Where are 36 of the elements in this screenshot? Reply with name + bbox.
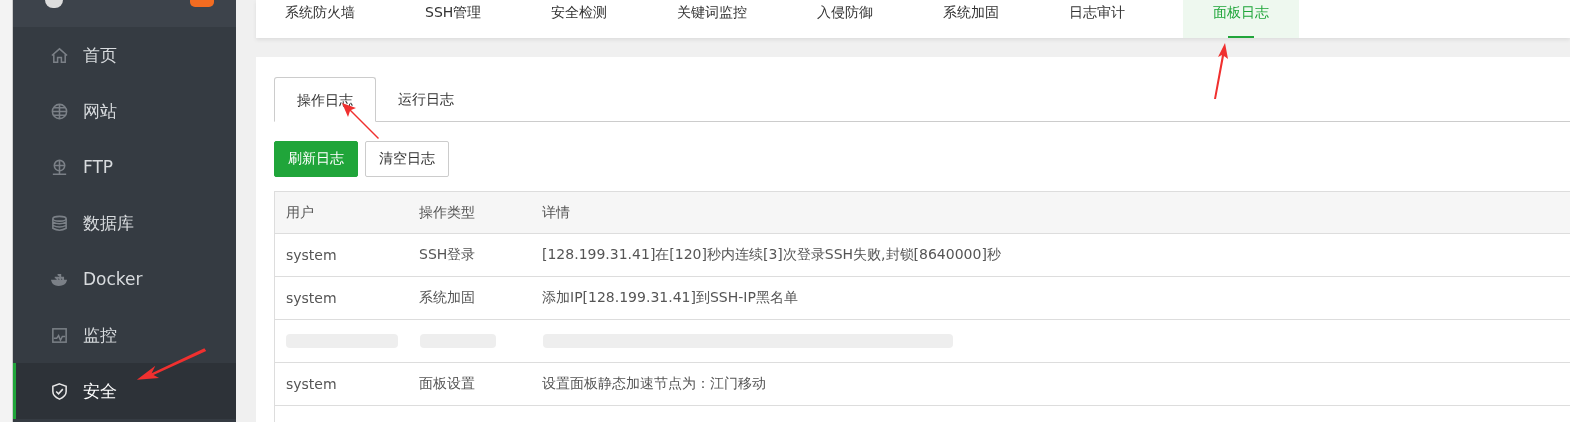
server-icon <box>50 157 69 177</box>
table-cell-text: 面板设置 <box>419 375 476 393</box>
sidebar-item[interactable]: 安全 <box>13 363 236 419</box>
sub-tab[interactable]: 运行日志 <box>376 77 476 121</box>
top-tab[interactable]: 安全检测 <box>529 0 630 38</box>
top-tab[interactable]: SSH管理 <box>403 0 504 38</box>
table-cell-text: 设置面板静态加速节点为：江门移动 <box>542 375 767 393</box>
sidebar-item[interactable]: 监控 <box>13 307 236 363</box>
logo-icon <box>45 0 63 8</box>
table-cell-text: 系统加固 <box>419 289 476 307</box>
chart-icon <box>50 325 69 345</box>
top-tab[interactable]: 日志审计 <box>1047 0 1148 38</box>
table-cell-text: [128.199.31.41]在[120]秒内连续[3]次登录SSH失败,封锁[8640000]秒 <box>542 246 1002 264</box>
sidebar-item[interactable]: 首页 <box>13 27 236 83</box>
sidebar-item[interactable]: 数据库 <box>13 195 236 251</box>
shield-icon <box>50 381 69 401</box>
sidebar-item[interactable]: 网站 <box>13 83 236 139</box>
top-tab[interactable]: 入侵防御 <box>795 0 896 38</box>
database-icon <box>50 213 69 233</box>
table-cell-text: SSH登录 <box>419 246 477 264</box>
globe-icon <box>50 101 69 121</box>
table-cell-text: system <box>285 376 338 392</box>
top-tab[interactable]: 关键词监控 <box>655 0 770 38</box>
table-cell-text: system <box>285 290 338 306</box>
table-cell-text: system <box>285 247 338 263</box>
home-icon <box>50 45 69 65</box>
notification-badge <box>190 0 214 7</box>
column-header: 用户 <box>285 203 315 222</box>
sidebar-item[interactable]: Docker <box>13 251 236 307</box>
column-header: 详情 <box>542 203 571 222</box>
sidebar-item[interactable]: FTP <box>13 139 236 195</box>
top-tab[interactable]: 系统加固 <box>921 0 1022 38</box>
clear-button[interactable]: 清空日志 <box>365 141 449 177</box>
table-cell-text: 添加IP[128.199.31.41]到SSH-IP黑名单 <box>542 289 799 307</box>
top-tab[interactable]: 系统防火墙 <box>263 0 377 38</box>
column-header: 操作类型 <box>419 203 476 222</box>
